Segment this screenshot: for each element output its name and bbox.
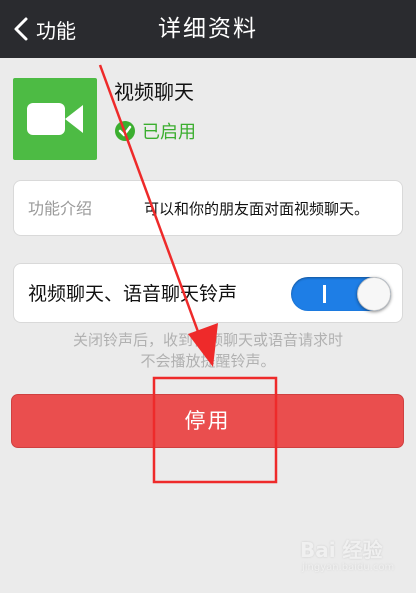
watermark-brand: Bai 经验	[300, 538, 383, 562]
toggle-knob[interactable]	[357, 277, 391, 311]
app-name: 视频聊天	[114, 80, 194, 104]
intro-text: 可以和你的朋友面对面视频聊天。	[144, 200, 370, 218]
ringtone-toggle[interactable]	[291, 277, 391, 311]
ringtone-note-line1: 关闭铃声后，收到视频聊天或语音请求时	[72, 331, 343, 349]
video-camera-icon	[27, 103, 83, 135]
ringtone-card: 视频聊天、语音聊天铃声	[13, 263, 403, 323]
app-icon	[13, 78, 97, 160]
check-circle-icon	[115, 121, 135, 141]
disable-button[interactable]: 停用	[11, 394, 404, 448]
intro-card: 功能介绍 可以和你的朋友面对面视频聊天。	[13, 180, 403, 236]
watermark: Bai 经验 jingyan.baidu.com	[300, 534, 410, 584]
ringtone-label: 视频聊天、语音聊天铃声	[28, 283, 238, 305]
navigation-bar: 功能 详细资料	[0, 0, 416, 58]
page-title: 详细资料	[158, 16, 258, 42]
toggle-on-mark	[323, 285, 326, 303]
ringtone-note-line2: 不会播放提醒铃声。	[140, 352, 276, 370]
watermark-url: jingyan.baidu.com	[302, 562, 395, 573]
intro-label: 功能介绍	[28, 199, 93, 218]
ringtone-note: 关闭铃声后，收到视频聊天或语音请求时 不会播放提醒铃声。	[0, 330, 416, 372]
app-header: 视频聊天 已启用	[0, 58, 416, 178]
status-row: 已启用	[114, 118, 196, 144]
status-text: 已启用	[142, 122, 196, 143]
